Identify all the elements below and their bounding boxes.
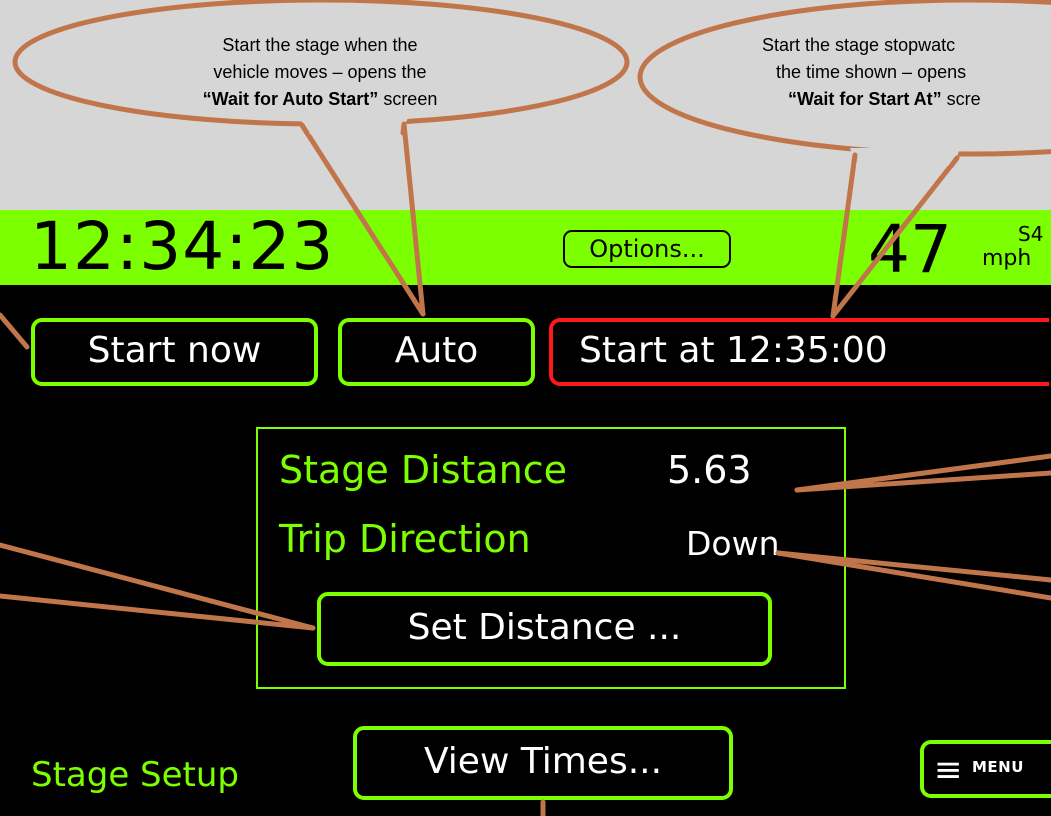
- callout-line: “Wait for Auto Start” screen: [90, 86, 550, 113]
- leader-line-set-distance: [0, 593, 316, 631]
- callout-text-auto: Start the stage when the vehicle moves –…: [90, 32, 550, 113]
- callout-emphasis: “Wait for Start At”: [788, 89, 942, 109]
- callout-text-start-at: Start the stage stopwatc the time shown …: [762, 32, 1051, 113]
- callout-line: “Wait for Start At” scre: [762, 86, 1051, 113]
- callout-line-tail: screen: [378, 89, 438, 109]
- leader-line-set-distance: [0, 542, 316, 631]
- callout-emphasis: “Wait for Auto Start”: [202, 89, 379, 109]
- leader-line-stage-distance: [794, 453, 1051, 493]
- leader-line-start-now: [0, 312, 30, 350]
- annotation-overlay: [0, 0, 1051, 816]
- callout-line: vehicle moves – opens the: [213, 62, 427, 82]
- callout-line: the time shown – opens: [776, 62, 967, 82]
- callout-line-tail: scre: [941, 89, 981, 109]
- callout-line: Start the stage when the: [222, 35, 418, 55]
- callout-line: Start the stage stopwatc: [762, 35, 956, 55]
- leader-line-stage-distance: [794, 470, 1051, 493]
